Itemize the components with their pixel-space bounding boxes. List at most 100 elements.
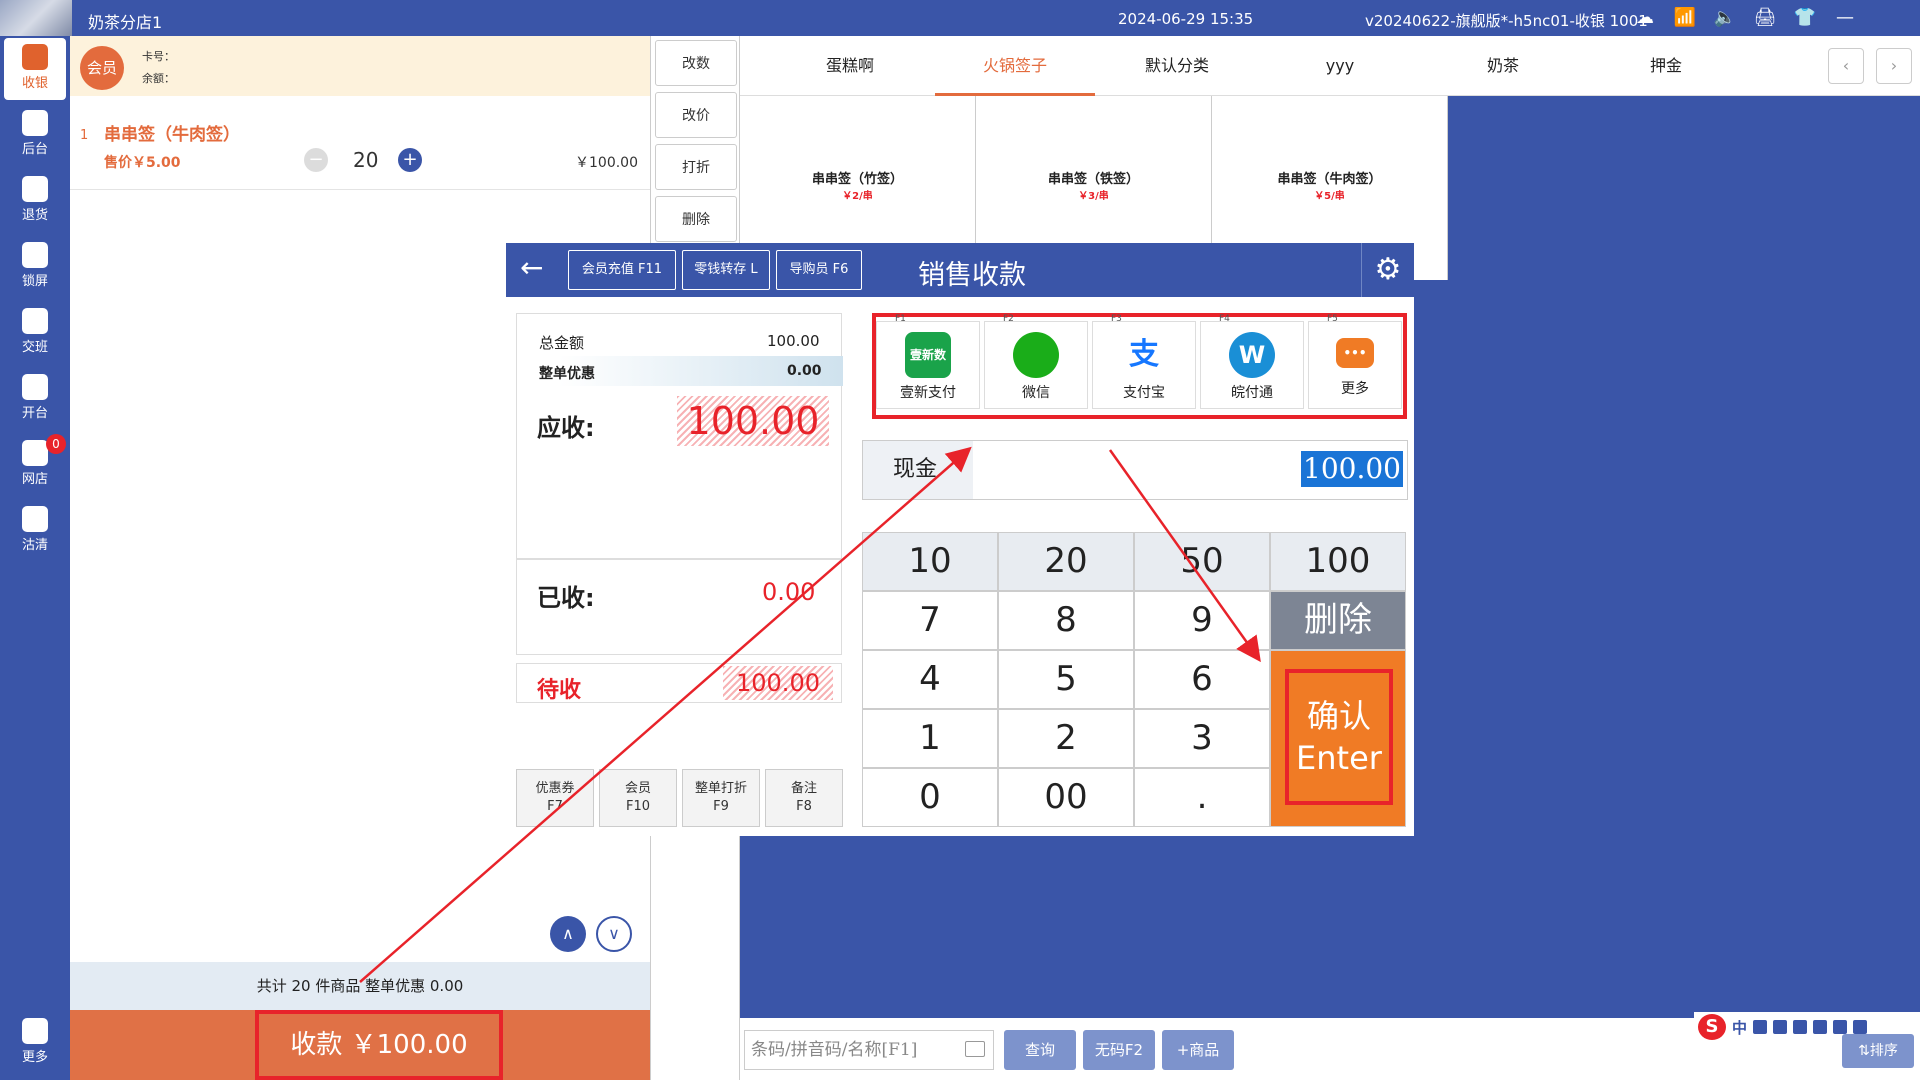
pending-box: 待收 100.00: [516, 663, 842, 703]
tab-yyy[interactable]: yyy: [1260, 36, 1420, 96]
store-icon: [22, 440, 48, 466]
key-50[interactable]: 50: [1134, 532, 1270, 591]
tab-default[interactable]: 默认分类: [1097, 36, 1257, 96]
gear-icon[interactable]: ⚙: [1361, 243, 1414, 297]
member-recharge-button[interactable]: 会员充值 F11: [568, 250, 676, 290]
key-1[interactable]: 1: [862, 709, 998, 768]
lock-icon: [22, 242, 48, 268]
product-name: 串串签（竹签）: [811, 172, 903, 187]
cash-input-row[interactable]: 现金 100.00: [862, 440, 1408, 500]
key-dot[interactable]: .: [1134, 768, 1270, 827]
grid-icon[interactable]: [1853, 1020, 1868, 1034]
sidebar-item-backend[interactable]: 后台: [0, 104, 70, 166]
sidebar-item-more[interactable]: 更多: [0, 1012, 70, 1074]
shirt-icon[interactable]: 👕: [1792, 6, 1818, 30]
button-shortcut: F7: [547, 799, 563, 814]
key-4[interactable]: 4: [862, 650, 998, 709]
order-discount-button[interactable]: 整单打折 F9: [682, 769, 760, 827]
sidebar-item-return[interactable]: 退货: [0, 170, 70, 232]
member-button[interactable]: 会员: [80, 46, 124, 90]
sort-button[interactable]: ⇅排序: [1842, 1034, 1914, 1068]
printer-icon[interactable]: 🖨: [1752, 6, 1778, 30]
key-00[interactable]: 00: [998, 768, 1134, 827]
sidebar-item-sold-out[interactable]: 沽清: [0, 500, 70, 562]
query-button[interactable]: 查询: [1004, 1030, 1076, 1070]
wifi-icon[interactable]: 📶: [1672, 6, 1698, 30]
sidebar-item-store[interactable]: 网店 0: [0, 434, 70, 496]
sidebar-item-table[interactable]: 开台: [0, 368, 70, 430]
key-20[interactable]: 20: [998, 532, 1134, 591]
shift-icon: [22, 308, 48, 334]
change-price-button[interactable]: 改价: [655, 92, 737, 138]
punctuation-icon[interactable]: [1753, 1020, 1768, 1034]
paid-value: 0.00: [762, 578, 816, 606]
tab-hotpot-skewers[interactable]: 火锅签子: [935, 36, 1095, 96]
mute-icon[interactable]: 🔈: [1712, 6, 1738, 30]
cloud-icon[interactable]: ☁: [1632, 6, 1658, 30]
key-7[interactable]: 7: [862, 591, 998, 650]
cash-label: 现金: [863, 441, 973, 499]
scroll-down-button[interactable]: ∨: [596, 916, 632, 952]
member-f10-button[interactable]: 会员 F10: [599, 769, 677, 827]
change-qty-button[interactable]: 改数: [655, 40, 737, 86]
keyboard-icon[interactable]: [1793, 1020, 1808, 1034]
game-icon[interactable]: [1833, 1020, 1848, 1034]
order-discount-row[interactable]: 整单优惠 0.00: [527, 356, 843, 386]
ime-mode[interactable]: 中: [1732, 1017, 1747, 1038]
item-name: 串串签（牛肉签）: [104, 125, 240, 145]
key-delete[interactable]: 删除: [1270, 591, 1406, 650]
item-index: 1: [80, 128, 89, 143]
qty-plus-button[interactable]: +: [398, 148, 422, 172]
back-arrow-icon[interactable]: ←: [520, 253, 543, 283]
key-5[interactable]: 5: [998, 650, 1134, 709]
minimize-icon[interactable]: —: [1832, 6, 1858, 30]
item-quantity: 20: [353, 148, 379, 172]
key-0[interactable]: 0: [862, 768, 998, 827]
pay-method-alipay[interactable]: F3 支 支付宝: [1092, 314, 1196, 409]
pay-method-wanfutong[interactable]: F4 W 皖付通: [1200, 314, 1304, 409]
change-deposit-button[interactable]: 零钱转存 L: [682, 250, 770, 290]
sidebar-item-label: 退货: [21, 208, 48, 223]
key-6[interactable]: 6: [1134, 650, 1270, 709]
search-placeholder: 条码/拼音码/名称[F1]: [751, 1040, 918, 1060]
sogou-icon[interactable]: S: [1698, 1014, 1726, 1040]
coupon-button[interactable]: 优惠券 F7: [516, 769, 594, 827]
tab-milk-tea[interactable]: 奶茶: [1423, 36, 1583, 96]
payment-methods: F1 壹新数科 壹新支付 F2 微信 F3 支 支付宝 F4 W 皖付通 F5 …: [872, 313, 1407, 419]
tab-cake[interactable]: 蛋糕啊: [770, 36, 930, 96]
pay-method-wechat[interactable]: F2 微信: [984, 314, 1088, 409]
keyboard-icon[interactable]: [965, 1041, 985, 1057]
discount-button[interactable]: 打折: [655, 144, 737, 190]
checkout-button[interactable]: 收款 ￥100.00: [255, 1010, 503, 1080]
table-icon: [22, 374, 48, 400]
pay-method-yixin[interactable]: F1 壹新数科 壹新支付: [876, 314, 980, 409]
key-2[interactable]: 2: [998, 709, 1134, 768]
item-total: ￥100.00: [575, 155, 638, 171]
pay-method-more[interactable]: F5 ••• 更多: [1308, 314, 1402, 409]
qty-minus-button[interactable]: −: [304, 148, 328, 172]
delete-button[interactable]: 删除: [655, 196, 737, 242]
sidebar-item-lock[interactable]: 锁屏: [0, 236, 70, 298]
salesperson-button[interactable]: 导购员 F6: [776, 250, 862, 290]
chevron-left-icon[interactable]: ‹: [1828, 48, 1864, 84]
skin-icon[interactable]: [1813, 1020, 1828, 1034]
tab-deposit[interactable]: 押金: [1586, 36, 1746, 96]
no-barcode-button[interactable]: 无码F2: [1083, 1030, 1155, 1070]
key-9[interactable]: 9: [1134, 591, 1270, 650]
add-product-button[interactable]: +商品: [1162, 1030, 1234, 1070]
microphone-icon[interactable]: [1773, 1020, 1788, 1034]
chevron-right-icon[interactable]: ›: [1876, 48, 1912, 84]
key-100[interactable]: 100: [1270, 532, 1406, 591]
order-item-row[interactable]: 1 串串签（牛肉签） 售价￥5.00 − 20 + ￥100.00: [70, 100, 650, 190]
key-8[interactable]: 8: [998, 591, 1134, 650]
key-10[interactable]: 10: [862, 532, 998, 591]
note-button[interactable]: 备注 F8: [765, 769, 843, 827]
confirm-enter-button[interactable]: 确认 Enter: [1270, 650, 1406, 827]
search-input[interactable]: 条码/拼音码/名称[F1]: [744, 1030, 994, 1070]
sidebar-item-cashier[interactable]: 收银: [4, 38, 66, 100]
sidebar-item-shift[interactable]: 交班: [0, 302, 70, 364]
key-3[interactable]: 3: [1134, 709, 1270, 768]
cash-amount-input[interactable]: 100.00: [1301, 451, 1403, 487]
product-price: ￥2/串: [842, 191, 873, 202]
scroll-up-button[interactable]: ∧: [550, 916, 586, 952]
